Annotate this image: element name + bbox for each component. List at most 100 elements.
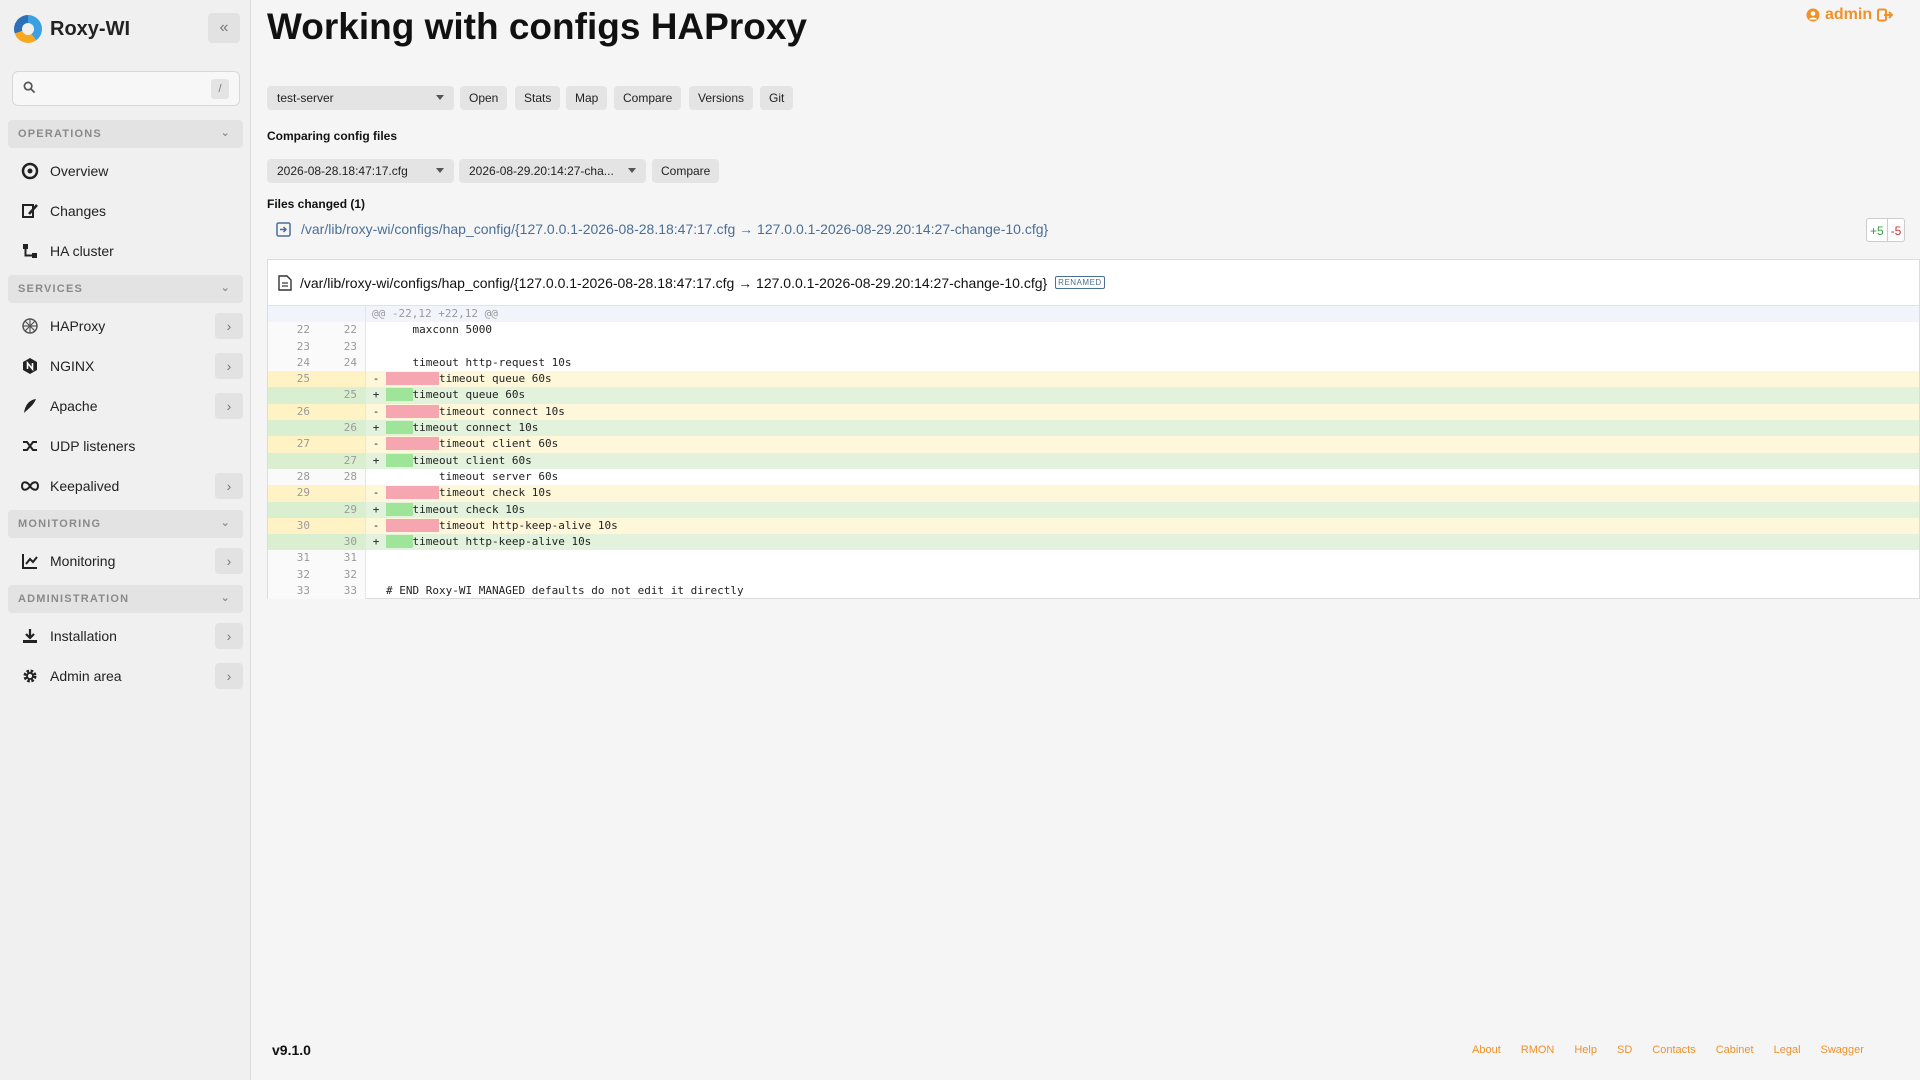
search-icon xyxy=(23,81,36,94)
diff-line-context: 24 24 timeout http-request 10s xyxy=(268,354,1919,372)
diff-sign: - xyxy=(372,437,380,451)
diff-text: timeout server 60s xyxy=(438,469,559,483)
sidebar-item-label: NGINX xyxy=(50,358,95,374)
diff-text: timeout http-request 10s xyxy=(412,355,572,369)
footer-link-rmon[interactable]: RMON xyxy=(1521,1044,1555,1056)
diff-sign xyxy=(366,583,386,599)
sidebar-item-udp-listeners[interactable]: UDP listeners xyxy=(8,429,243,463)
sidebar-item-label: Installation xyxy=(50,628,117,644)
diff-sign: + xyxy=(372,421,380,435)
shuffle-icon xyxy=(20,436,40,456)
diff-code: timeout server 60s xyxy=(386,469,1919,485)
diff-indent xyxy=(386,535,413,549)
chevron-right-icon[interactable]: › xyxy=(215,393,243,419)
footer-link-legal[interactable]: Legal xyxy=(1774,1044,1801,1056)
footer-link-help[interactable]: Help xyxy=(1574,1044,1597,1056)
diff-line-removed: 25 - timeout queue 60s xyxy=(268,371,1919,388)
logout-icon[interactable] xyxy=(1877,8,1894,22)
sidebar-item-nginx[interactable]: NGINX › xyxy=(8,349,243,383)
diff-header: /var/lib/roxy-wi/configs/hap_config/{127… xyxy=(268,260,1919,306)
sidebar-item-admin-area[interactable]: Admin area › xyxy=(8,659,243,693)
changed-file-link[interactable]: /var/lib/roxy-wi/configs/hap_config/{127… xyxy=(276,221,1048,237)
diff-line-context: 31 31 xyxy=(268,550,1919,567)
sidebar-item-ha-cluster[interactable]: HA cluster xyxy=(8,234,243,268)
user-menu[interactable]: admin xyxy=(1806,6,1894,24)
footer-link-cabinet[interactable]: Cabinet xyxy=(1716,1044,1754,1056)
sidebar-item-keepalived[interactable]: Keepalived › xyxy=(8,469,243,503)
sidebar-item-apache[interactable]: Apache › xyxy=(8,389,243,423)
new-line-number: 24 xyxy=(318,354,366,372)
sidebar-item-overview[interactable]: Overview xyxy=(8,154,243,188)
footer-link-swagger[interactable]: Swagger xyxy=(1821,1044,1864,1056)
change-stats: +5 -5 xyxy=(1866,218,1906,242)
section-administration[interactable]: ADMINISTRATION ⌄ xyxy=(8,585,243,613)
old-line-number: 23 xyxy=(268,338,318,355)
right-config-select[interactable]: 2026-08-29.20:14:27-cha... xyxy=(459,159,646,183)
compare-tab-button[interactable]: Compare xyxy=(614,86,682,110)
diff-line-added: 25 + timeout queue 60s xyxy=(268,387,1919,404)
infinity-icon xyxy=(20,476,40,496)
section-monitoring[interactable]: MONITORING ⌄ xyxy=(8,510,243,538)
old-line-number xyxy=(268,501,318,518)
section-label: OPERATIONS xyxy=(18,128,102,140)
left-config-select[interactable]: 2026-08-28.18:47:17.cfg xyxy=(267,159,454,183)
old-line-number: 26 xyxy=(268,403,318,421)
footer-link-about[interactable]: About xyxy=(1472,1044,1501,1056)
changed-file-path: /var/lib/roxy-wi/configs/hap_config/{127… xyxy=(301,221,1049,237)
footer-link-sd[interactable]: SD xyxy=(1617,1044,1632,1056)
new-line-number: 25 xyxy=(318,387,366,404)
chevron-right-icon[interactable]: › xyxy=(215,353,243,379)
app-version: v9.1.0 xyxy=(272,1042,311,1058)
compare-button[interactable]: Compare xyxy=(652,159,720,183)
footer-link-contacts[interactable]: Contacts xyxy=(1652,1044,1695,1056)
sidebar-item-haproxy[interactable]: HAProxy › xyxy=(8,309,243,343)
chevron-right-icon[interactable]: › xyxy=(215,623,243,649)
old-line-number: 22 xyxy=(268,322,318,339)
diff-sign: + xyxy=(372,388,380,402)
diff-indent xyxy=(386,453,413,467)
diff-text: timeout check 10s xyxy=(438,486,552,500)
server-select[interactable]: test-server xyxy=(267,86,454,110)
section-operations[interactable]: OPERATIONS ⌄ xyxy=(8,120,243,148)
map-button[interactable]: Map xyxy=(566,86,608,110)
diff-line-context: 28 28 timeout server 60s xyxy=(268,468,1919,486)
old-line-number xyxy=(268,534,318,551)
diff-indent xyxy=(386,518,439,532)
diff-text: maxconn 5000 xyxy=(412,323,492,337)
new-line-number: 32 xyxy=(318,566,366,584)
diff-line-removed: 27 - timeout client 60s xyxy=(268,436,1919,453)
diff-code: timeout queue 60s xyxy=(386,371,1919,387)
chevron-down-icon: ⌄ xyxy=(220,592,231,604)
new-line-number xyxy=(318,306,366,323)
old-line-number xyxy=(268,306,318,323)
diff-code: timeout check 10s xyxy=(386,502,1919,518)
diff-line-added: 30 + timeout http-keep-alive 10s xyxy=(268,534,1919,551)
open-button[interactable]: Open xyxy=(460,86,508,110)
diff-line-context: 32 32 xyxy=(268,566,1919,584)
search-input[interactable] xyxy=(43,77,213,101)
collapse-sidebar-button[interactable]: « xyxy=(208,13,240,43)
stats-button[interactable]: Stats xyxy=(515,86,561,110)
versions-button[interactable]: Versions xyxy=(689,86,754,110)
section-label: ADMINISTRATION xyxy=(18,593,130,605)
chevron-right-icon[interactable]: › xyxy=(215,313,243,339)
sidebar-item-monitoring[interactable]: Monitoring › xyxy=(8,544,243,578)
section-services[interactable]: SERVICES ⌄ xyxy=(8,275,243,303)
old-line-number: 25 xyxy=(268,371,318,388)
diff-code xyxy=(386,339,1919,355)
git-button[interactable]: Git xyxy=(760,86,794,110)
chevron-down-icon: ⌄ xyxy=(220,517,231,529)
feather-icon xyxy=(20,396,40,416)
brand[interactable]: Roxy-WI xyxy=(14,14,130,44)
sidebar-item-installation[interactable]: Installation › xyxy=(8,619,243,653)
chevron-right-icon[interactable]: › xyxy=(215,473,243,499)
file-arrow-icon xyxy=(276,221,291,237)
diff-hunk-header: @@ -22,12 +22,12 @@ xyxy=(268,306,1919,323)
diff-code: timeout http-keep-alive 10s xyxy=(386,534,1919,550)
chevron-right-icon[interactable]: › xyxy=(215,663,243,689)
new-line-number: 33 xyxy=(318,583,366,600)
old-line-number: 29 xyxy=(268,485,318,502)
chevron-right-icon[interactable]: › xyxy=(215,548,243,574)
old-line-number: 33 xyxy=(268,583,318,600)
sidebar-item-changes[interactable]: Changes xyxy=(8,194,243,228)
